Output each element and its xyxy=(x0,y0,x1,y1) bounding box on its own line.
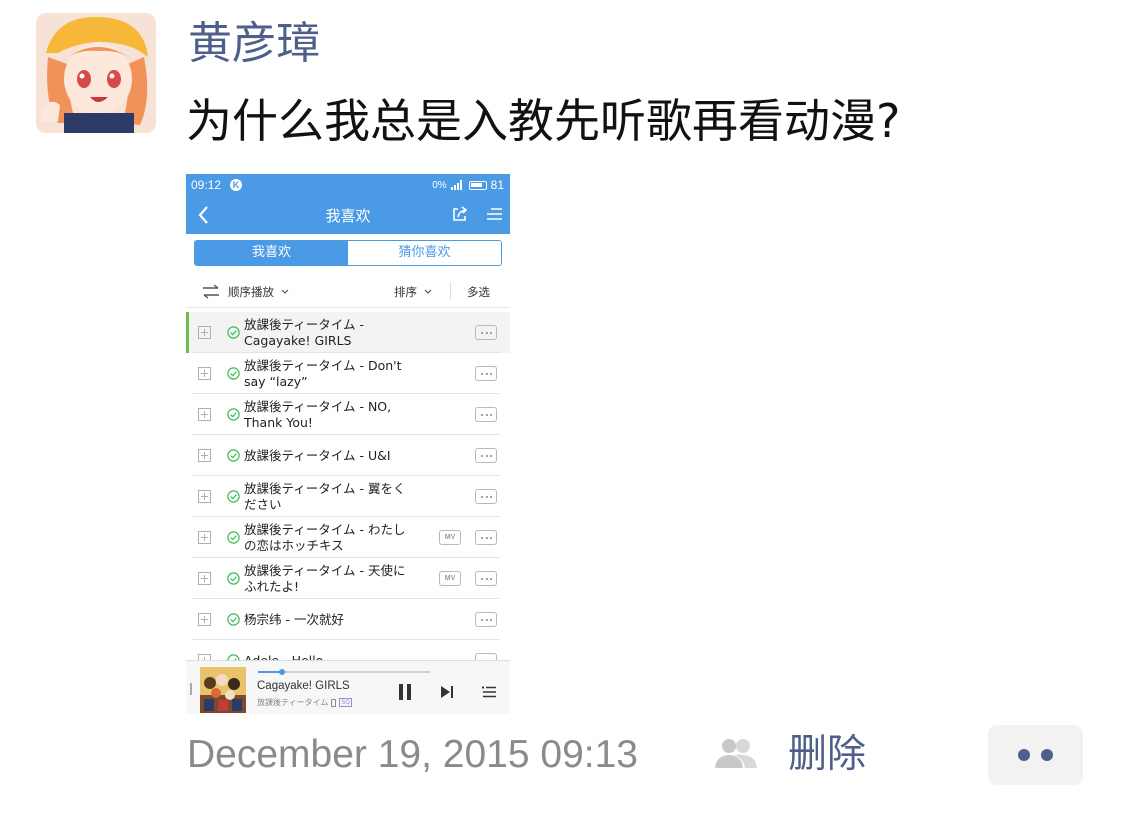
status-battery: 81 xyxy=(490,178,504,192)
sort-dropdown[interactable]: 排序 xyxy=(394,284,432,300)
check-circle-icon xyxy=(227,531,240,544)
song-row[interactable]: 杨宗纬 - 一次就好 xyxy=(186,599,510,640)
song-row[interactable]: 放課後ティータイム - わたし の恋はホッチキス MV xyxy=(186,517,510,558)
status-time: 09:12 xyxy=(191,178,222,192)
add-icon[interactable] xyxy=(198,367,211,380)
add-icon[interactable] xyxy=(198,613,211,626)
song-title: 放課後ティータイム - U&I xyxy=(244,448,391,463)
drag-handle[interactable] xyxy=(190,683,192,695)
song-list: 放課後ティータイム - Cagayake! GIRLS 放課後ティータイム - D… xyxy=(186,312,510,681)
song-row[interactable]: 放課後ティータイム - Cagayake! GIRLS xyxy=(186,312,510,353)
song-row[interactable]: 放課後ティータイム - Don't say “lazy” xyxy=(186,353,510,394)
progress-knob[interactable] xyxy=(279,669,286,675)
tab-favorites[interactable]: 我喜欢 xyxy=(195,241,348,265)
sort-label: 排序 xyxy=(394,285,417,299)
more-options-icon[interactable] xyxy=(475,489,497,504)
add-icon[interactable] xyxy=(198,408,211,421)
delete-link[interactable]: 删除 xyxy=(788,730,866,780)
chevron-down-icon xyxy=(281,289,289,294)
song-title: 放課後ティータイム - Cagayake! GIRLS xyxy=(244,317,364,348)
playlist-queue-icon[interactable] xyxy=(482,686,496,698)
player-artist-name: 放課後ティータイム xyxy=(257,698,329,707)
dot-icon xyxy=(1041,749,1053,761)
player-artist: 放課後ティータイム SQ xyxy=(257,697,352,708)
dot-icon xyxy=(1018,749,1030,761)
album-art xyxy=(200,667,246,713)
album-cover[interactable] xyxy=(200,667,246,713)
add-icon[interactable] xyxy=(198,326,211,339)
sq-badge: SQ xyxy=(339,698,352,707)
more-options-icon[interactable] xyxy=(475,571,497,586)
post-image[interactable]: 09:12 K 0% 81 我喜欢 我喜欢 猜你喜欢 顺序播放 排序 多选 放課… xyxy=(186,174,510,714)
play-order-label: 顺序播放 xyxy=(228,285,274,299)
status-data: 0% xyxy=(432,179,447,191)
more-options-icon[interactable] xyxy=(475,366,497,381)
avatar[interactable] xyxy=(36,13,156,133)
player-track-title: Cagayake! GIRLS xyxy=(257,680,350,692)
k-badge-icon: K xyxy=(230,179,242,191)
check-circle-icon xyxy=(227,408,240,421)
song-title: 放課後ティータイム - 天使に ふれたよ! xyxy=(244,563,406,594)
add-icon[interactable] xyxy=(198,572,211,585)
add-icon[interactable] xyxy=(198,531,211,544)
song-title: 杨宗纬 - 一次就好 xyxy=(244,612,344,627)
check-circle-icon xyxy=(227,572,240,585)
more-actions-button[interactable] xyxy=(988,725,1083,785)
menu-icon[interactable] xyxy=(486,207,502,221)
next-track-icon[interactable] xyxy=(440,685,454,699)
post-text: 为什么我总是入教先听歌再看动漫? xyxy=(186,94,901,148)
more-options-icon[interactable] xyxy=(475,407,497,422)
check-circle-icon xyxy=(227,490,240,503)
mini-player[interactable]: Cagayake! GIRLS 放課後ティータイム SQ xyxy=(186,660,510,714)
battery-icon xyxy=(468,180,487,190)
check-circle-icon xyxy=(227,367,240,380)
phone-icon xyxy=(331,698,337,707)
more-options-icon[interactable] xyxy=(475,612,497,627)
add-icon[interactable] xyxy=(198,490,211,503)
mv-badge[interactable]: MV xyxy=(439,530,461,545)
multi-select-button[interactable]: 多选 xyxy=(467,284,490,300)
signal-icon xyxy=(450,180,462,190)
list-toolbar: 顺序播放 排序 多选 xyxy=(186,276,510,308)
tab-recommended[interactable]: 猜你喜欢 xyxy=(348,241,501,265)
song-row[interactable]: 放課後ティータイム - 翼をく ださい xyxy=(186,476,510,517)
play-order-dropdown[interactable]: 顺序播放 xyxy=(228,284,289,300)
share-icon[interactable] xyxy=(452,206,468,222)
song-row[interactable]: 放課後ティータイム - NO, Thank You! xyxy=(186,394,510,435)
song-row[interactable]: 放課後ティータイム - U&I xyxy=(186,435,510,476)
segment-control: 我喜欢 猜你喜欢 xyxy=(194,240,502,266)
more-options-icon[interactable] xyxy=(475,325,497,340)
check-circle-icon xyxy=(227,613,240,626)
phone-nav-bar: 我喜欢 xyxy=(186,196,510,234)
post-timestamp: December 19, 2015 09:13 xyxy=(187,733,638,776)
more-options-icon[interactable] xyxy=(475,448,497,463)
avatar-illustration xyxy=(36,13,156,133)
check-circle-icon xyxy=(227,449,240,462)
phone-status-bar: 09:12 K 0% 81 xyxy=(186,174,510,196)
toolbar-divider xyxy=(450,282,451,300)
song-title: 放課後ティータイム - 翼をく ださい xyxy=(244,481,406,512)
chevron-down-icon xyxy=(424,289,432,294)
pause-icon[interactable] xyxy=(398,683,412,701)
post-username[interactable]: 黄彦璋 xyxy=(188,14,320,74)
song-title: 放課後ティータイム - NO, Thank You! xyxy=(244,399,392,430)
add-icon[interactable] xyxy=(198,449,211,462)
song-row[interactable]: 放課後ティータイム - 天使に ふれたよ! MV xyxy=(186,558,510,599)
mv-badge[interactable]: MV xyxy=(439,571,461,586)
sequential-play-icon[interactable] xyxy=(202,284,220,299)
check-circle-icon xyxy=(227,326,240,339)
song-title: 放課後ティータイム - Don't say “lazy” xyxy=(244,358,402,389)
more-options-icon[interactable] xyxy=(475,530,497,545)
friends-visibility-icon[interactable] xyxy=(712,736,760,770)
playback-progress[interactable] xyxy=(258,669,430,675)
song-title: 放課後ティータイム - わたし の恋はホッチキス xyxy=(244,522,406,553)
